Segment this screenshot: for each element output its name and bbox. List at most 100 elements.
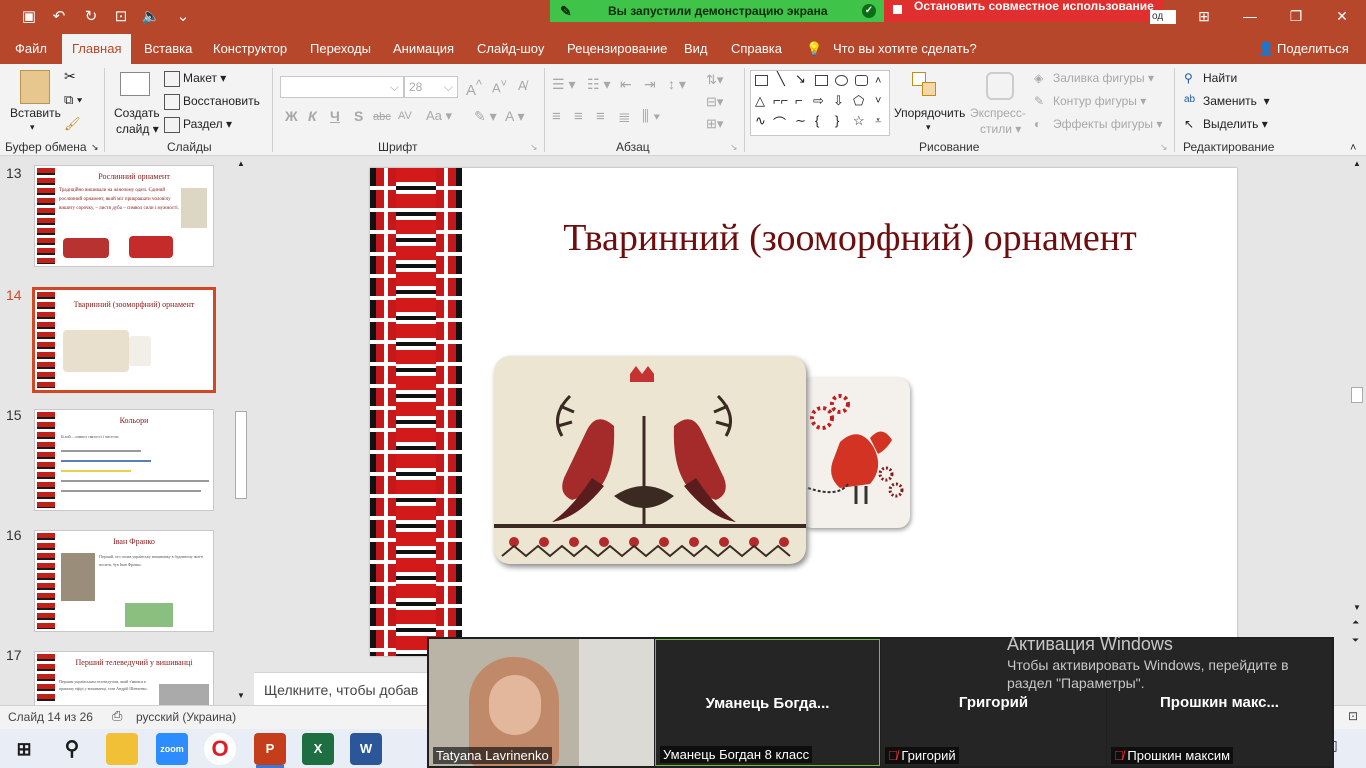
start-icon[interactable]: ⊞	[8, 733, 40, 765]
opera-icon[interactable]: O	[204, 733, 236, 765]
format-painter-icon[interactable]: 🖌	[64, 116, 81, 132]
clipboard-launcher-icon[interactable]: ↘	[91, 142, 99, 153]
copy-icon[interactable]: ⧉ ▾	[64, 92, 82, 108]
italic-button[interactable]: К	[308, 108, 317, 124]
clear-formatting-icon[interactable]: A̸	[518, 78, 527, 93]
customize-qat-icon[interactable]: ⌄	[172, 7, 194, 27]
excel-icon[interactable]: X	[302, 733, 334, 765]
highlight-icon[interactable]: ✎ ▾	[474, 108, 497, 125]
tab-insert[interactable]: Вставка	[144, 34, 192, 64]
tab-view[interactable]: Вид	[684, 34, 708, 64]
font-launcher-icon[interactable]: ↘	[530, 142, 538, 153]
slide-thumbnail-14[interactable]: Тваринний (зооморфний) орнамент	[32, 287, 216, 393]
smartart-icon[interactable]: ⊞▾	[706, 116, 723, 132]
underline-button[interactable]: Ч	[330, 108, 340, 124]
decrease-indent-icon[interactable]: ⇤	[620, 76, 632, 93]
fit-slide-icon[interactable]: ⊡	[1348, 709, 1358, 723]
slide-title[interactable]: Тваринний (зооморфний) орнамент	[470, 216, 1230, 260]
tab-file[interactable]: Файл	[15, 34, 47, 64]
find-button[interactable]: ⚲ Найти	[1184, 71, 1237, 87]
numbering-icon[interactable]: ☷ ▾	[587, 76, 610, 93]
grow-font-icon[interactable]: A^	[466, 78, 482, 99]
slide-canvas[interactable]: Тваринний (зооморфний) орнамент	[370, 168, 1237, 656]
replace-button[interactable]: ab Заменить ▾	[1184, 94, 1270, 110]
tab-help[interactable]: Справка	[731, 34, 782, 64]
spellcheck-icon[interactable]: ⎙	[112, 708, 122, 724]
thumbnail-scrollbar[interactable]: ▲ ▼	[233, 157, 249, 705]
increase-indent-icon[interactable]: ⇥	[644, 76, 656, 93]
tab-transitions[interactable]: Переходы	[310, 34, 371, 64]
font-color-button[interactable]: A ▾	[505, 108, 525, 125]
video-tile-tatyana[interactable]: Tatyana Lavrinenko	[429, 639, 654, 766]
rounded-rect-shape-icon[interactable]	[855, 75, 868, 86]
next-slide-icon[interactable]: ⏷	[1352, 635, 1359, 646]
quick-styles-line1[interactable]: Экспресс-	[970, 106, 1026, 120]
paragraph-launcher-icon[interactable]: ↘	[730, 142, 738, 153]
slide-thumbnail-16[interactable]: Іван Франко Перший, хто почав українську…	[34, 530, 214, 632]
ribbon-display-icon[interactable]: ⊞	[1184, 6, 1224, 26]
scroll-up-icon[interactable]: ▲	[237, 159, 245, 168]
select-button[interactable]: ↖ Выделить ▾	[1184, 117, 1268, 133]
previous-slide-icon[interactable]: ⏶	[1352, 617, 1359, 628]
line-spacing-icon[interactable]: ↕ ▾	[668, 76, 686, 93]
file-explorer-icon[interactable]	[106, 733, 138, 765]
paste-icon[interactable]	[20, 70, 50, 104]
save-icon[interactable]: ▣	[18, 7, 40, 27]
layout-button[interactable]: Макет ▾	[164, 71, 226, 87]
bullets-icon[interactable]: ☰ ▾	[552, 76, 575, 93]
pentagon-shape-icon[interactable]: ⬠	[853, 93, 864, 109]
align-text-icon[interactable]: ⊟▾	[706, 94, 723, 110]
right-arrow-shape-icon[interactable]: ⇨	[813, 93, 824, 109]
new-slide-line2[interactable]: слайд ▾	[116, 122, 159, 136]
slide-scrollbar[interactable]: ▲ ▼ ⏶ ⏷	[1349, 157, 1366, 705]
scroll-thumb[interactable]	[1351, 387, 1363, 403]
strikethrough-button[interactable]: abc	[373, 111, 391, 123]
align-right-icon[interactable]: ≡	[596, 108, 605, 125]
collapse-ribbon-icon[interactable]: ˄	[1350, 142, 1356, 154]
reset-button[interactable]: Восстановить	[164, 94, 260, 110]
undo-icon[interactable]: ↶	[48, 7, 70, 27]
tab-review[interactable]: Рецензирование	[567, 34, 667, 64]
restore-icon[interactable]: ❐	[1276, 6, 1316, 26]
paste-dropdown-icon[interactable]: ▾	[30, 122, 35, 133]
paste-button[interactable]: Вставить	[10, 106, 61, 120]
align-center-icon[interactable]: ≡	[574, 108, 583, 125]
share-button[interactable]: Поделиться	[1277, 34, 1349, 64]
char-spacing-button[interactable]: AV	[398, 110, 412, 122]
tell-me-search[interactable]: Что вы хотите сделать?	[833, 34, 977, 64]
gallery-scroll-icon[interactable]: ˄ ˅ ⩡	[875, 71, 881, 131]
drawing-launcher-icon[interactable]: ↘	[1160, 142, 1168, 153]
shapes-gallery[interactable]: ╲ ↘ △ ⌐⌐ ⌐ ⇨ ⇩ ⬠ ∿ ⌒ ∼ { } ☆ ˄ ˅ ⩡	[750, 70, 890, 136]
arrange-button[interactable]: Упорядочить	[894, 106, 965, 120]
word-icon[interactable]: W	[350, 733, 382, 765]
tab-design[interactable]: Конструктор	[213, 34, 287, 64]
start-from-beginning-icon[interactable]: ⊡	[110, 7, 132, 27]
text-direction-icon[interactable]: ⇅▾	[706, 72, 723, 88]
language-indicator[interactable]: русский (Украина)	[136, 710, 236, 724]
tab-slideshow[interactable]: Слайд-шоу	[477, 34, 544, 64]
shape-effects-button[interactable]: ◐ Эффекты фигуры ▾	[1034, 117, 1162, 133]
star-shape-icon[interactable]: ☆	[853, 113, 865, 129]
arrange-icon[interactable]	[912, 72, 940, 100]
freeform-shape-icon[interactable]: ∿	[755, 113, 766, 129]
tab-home[interactable]: Главная	[62, 34, 132, 64]
right-brace-shape-icon[interactable]: }	[835, 113, 839, 128]
close-icon[interactable]: ✕	[1322, 6, 1362, 26]
shrink-font-icon[interactable]: A˅	[492, 78, 507, 95]
audio-icon[interactable]: 🔈	[140, 7, 162, 27]
minimize-icon[interactable]: —	[1230, 6, 1270, 26]
arrange-dropdown-icon[interactable]: ▾	[926, 122, 931, 133]
connector-shape-icon[interactable]: ⌐⌐	[773, 93, 788, 108]
redo-icon[interactable]: ↻	[80, 7, 102, 27]
powerpoint-icon[interactable]: P	[254, 733, 286, 765]
rectangle-shape-icon[interactable]	[815, 75, 828, 86]
triangle-shape-icon[interactable]: △	[755, 93, 765, 109]
arc-shape-icon[interactable]: ⌒	[773, 113, 786, 132]
align-left-icon[interactable]: ≡	[552, 108, 561, 125]
video-tile-umanets[interactable]: Уманець Богда... Уманець Богдан 8 класс	[655, 639, 880, 766]
justify-icon[interactable]: ≣	[618, 108, 631, 126]
cut-icon[interactable]: ✂	[64, 68, 76, 85]
columns-icon[interactable]: ⫼ ▾	[642, 108, 660, 125]
line-shape-icon[interactable]: ╲	[777, 71, 785, 87]
bold-button[interactable]: Ж	[285, 108, 298, 124]
